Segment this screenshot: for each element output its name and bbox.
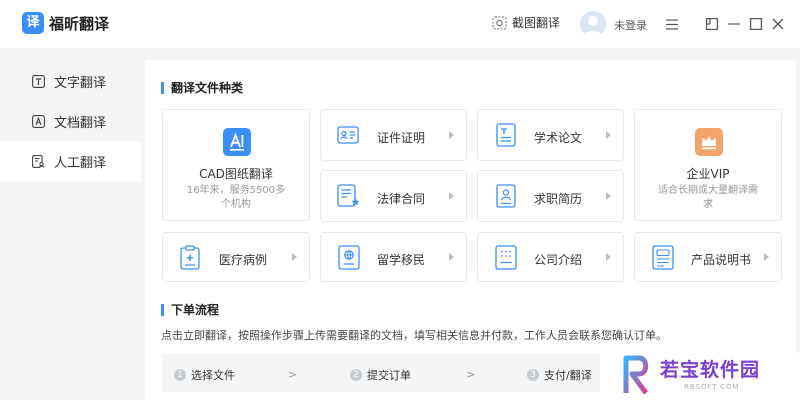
login-status[interactable]: 未登录 [614,17,647,33]
text-t-icon [32,74,45,88]
card-label: 法律合同 [377,192,426,206]
chevron-right-icon [449,131,454,139]
card-academic-paper[interactable]: 学术论文 [477,109,624,161]
sidebar-item-label: 人工翻译 [54,155,107,171]
card-cad-title: CAD图纸翻译 [199,167,273,181]
card-enterprise-vip[interactable]: 企业VIP 适合长期或大量翻译需求 [634,109,782,221]
passport-icon [338,245,360,270]
step-select-file: 1 选择文件 [174,367,235,383]
sidebar-item-label: 文字翻译 [54,75,107,91]
step-number: 3 [527,369,539,381]
card-cad-desc: 16年来，服务5500多个机构 [186,185,286,210]
section-marker [161,303,164,316]
section-title-order-process: 下单流程 [161,301,219,318]
app-logo: 译 福昕翻译 [22,12,109,34]
section-title-label: 翻译文件种类 [171,81,244,95]
section-marker [161,81,164,94]
chevron-right-icon [606,192,611,200]
card-label: 求职简历 [534,192,583,206]
minimize-icon [728,23,740,25]
vip-crown-icon [695,128,723,156]
card-label: 产品说明书 [691,253,752,267]
screenshot-translate-label: 截图翻译 [512,16,561,30]
sidebar: 文字翻译 文档翻译 人工翻译 [0,48,141,400]
watermark-subtext: RBSOFT.COM [684,383,740,391]
step-submit-order: 2 提交订单 [350,367,411,383]
chevron-right-icon [764,253,769,261]
step-label: 支付/翻译 [544,369,592,382]
maximize-button[interactable] [746,14,766,34]
minimize-button[interactable] [724,14,744,34]
step-number: 2 [350,369,362,381]
card-cad[interactable]: CAD图纸翻译 16年来，服务5500多个机构 [162,109,310,221]
human-translate-icon [32,154,45,168]
contract-icon [337,184,360,207]
sidebar-item-label: 文档翻译 [54,115,107,131]
camera-icon [492,16,507,29]
chevron-right-icon [606,131,611,139]
maximize-icon [750,18,762,30]
company-icon [495,245,517,270]
screenshot-translate-button[interactable]: 截图翻译 [492,14,560,31]
manual-icon [652,245,674,270]
chevron-right-icon [606,253,611,261]
step-number: 1 [174,369,186,381]
card-certificate[interactable]: 证件证明 [320,109,467,161]
watermark: 若宝软件园 RBSOFT.COM [612,353,800,400]
menu-button[interactable] [662,14,682,34]
mini-mode-button[interactable] [702,14,722,34]
process-steps: 1 选择文件 > 2 提交订单 > 3 支付/翻译 [162,354,600,392]
medical-record-icon [180,245,200,270]
sidebar-item-human-translate[interactable]: 人工翻译 [0,141,141,181]
avatar[interactable] [580,11,606,37]
section-title-file-types: 翻译文件种类 [161,79,243,96]
card-vip-title: 企业VIP [686,167,730,181]
step-separator: > [288,368,298,381]
watermark-text: 若宝软件园 [660,359,761,381]
step-pay-translate: 3 支付/翻译 [527,367,592,383]
close-icon [772,18,784,30]
cad-drawing-icon [223,128,251,156]
section-title-label: 下单流程 [171,303,220,317]
card-legal-contract[interactable]: 法律合同 [320,170,467,222]
card-vip-desc: 适合长期或大量翻译需求 [658,185,758,210]
card-label: 公司介绍 [534,253,583,267]
mini-window-icon [706,18,718,30]
card-label: 学术论文 [534,131,583,145]
sidebar-item-text-translate[interactable]: 文字翻译 [0,61,141,101]
logo-badge: 译 [22,12,44,34]
card-study-abroad[interactable]: 留学移民 [320,232,467,282]
card-label: 证件证明 [377,131,426,145]
card-company-intro[interactable]: 公司介绍 [477,232,624,282]
card-label: 医疗病例 [219,253,268,267]
step-label: 提交订单 [367,369,411,382]
document-a-icon [32,114,45,128]
card-resume[interactable]: 求职简历 [477,170,624,222]
chevron-right-icon [449,253,454,261]
resume-icon [496,184,516,208]
card-medical-record[interactable]: 医疗病例 [162,232,310,282]
process-description: 点击立即翻译，按照操作步骤上传需要翻译的文档，填写相关信息并付款，工作人员会联系… [161,329,667,342]
card-label: 留学移民 [377,253,426,267]
title-bar: 译 福昕翻译 截图翻译 未登录 [0,0,800,48]
watermark-r-logo-icon [623,355,649,395]
chevron-right-icon [292,253,297,261]
chevron-right-icon [449,192,454,200]
close-button[interactable] [768,14,788,34]
step-separator: > [466,368,476,381]
hamburger-icon [666,19,678,29]
id-card-icon [337,126,359,144]
sidebar-item-document-translate[interactable]: 文档翻译 [0,101,141,141]
card-product-manual[interactable]: 产品说明书 [634,232,782,282]
app-name: 福昕翻译 [49,14,110,33]
step-label: 选择文件 [191,369,235,382]
user-icon [583,16,603,37]
paper-icon [496,123,516,147]
